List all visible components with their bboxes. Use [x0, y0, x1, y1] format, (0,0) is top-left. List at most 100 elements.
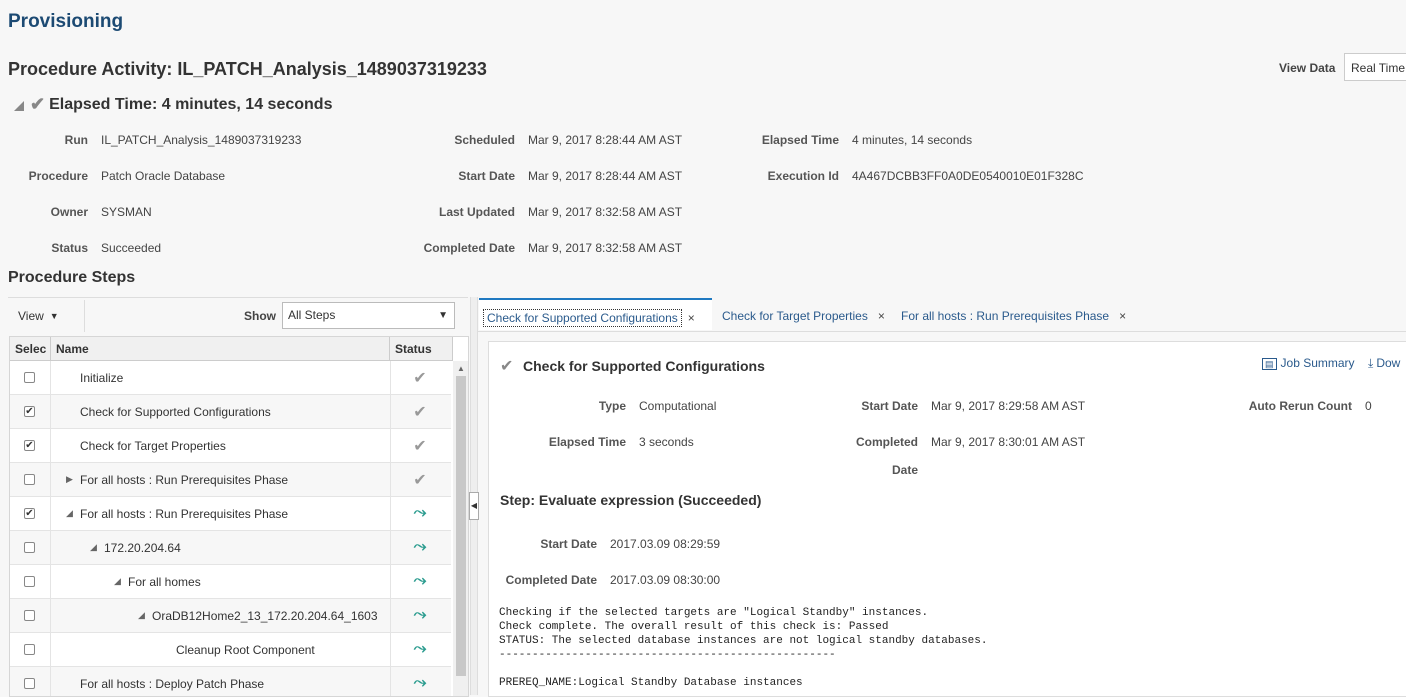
table-row[interactable]: Initialize ✔	[10, 361, 451, 395]
owner-value: SYSMAN	[101, 205, 152, 219]
step-start-label: Start Date	[540, 537, 597, 551]
download-link[interactable]: ⤓ Dow	[1368, 356, 1400, 371]
row-checkbox[interactable]: ✔	[24, 440, 35, 451]
scheduled-label: Scheduled	[454, 133, 515, 147]
job-summary-label: Job Summary	[1280, 356, 1355, 370]
table-row[interactable]: ◢ OraDB12Home2_13_172.20.204.64_1603 ⤳	[10, 599, 451, 633]
detail-start-label: Start Date	[861, 399, 918, 413]
row-checkbox[interactable]	[24, 372, 35, 383]
step-output-log: Checking if the selected targets are "Lo…	[499, 607, 988, 689]
collapse-node-icon[interactable]: ◢	[114, 576, 121, 587]
scroll-up-icon[interactable]: ▲	[457, 364, 465, 373]
row-checkbox[interactable]	[24, 542, 35, 553]
status-success-icon: ✔	[413, 438, 427, 455]
row-checkbox[interactable]	[24, 474, 35, 485]
column-divider	[390, 361, 391, 696]
table-row[interactable]: Cleanup Root Component ⤳	[10, 633, 451, 667]
table-row[interactable]: ✔ Check for Target Properties ✔	[10, 429, 451, 463]
step-name[interactable]: Check for Target Properties	[80, 439, 226, 453]
start-date-label: Start Date	[458, 169, 515, 183]
detail-elapsed-value: 3 seconds	[639, 435, 694, 449]
row-checkbox[interactable]	[24, 678, 35, 689]
tab-label: Check for Target Properties	[722, 309, 868, 323]
status-success-icon: ✔	[413, 472, 427, 489]
step-name[interactable]: Initialize	[80, 371, 123, 385]
tab-supported-configurations[interactable]: Check for Supported Configurations ×	[479, 298, 712, 330]
scrollbar-thumb[interactable]	[456, 376, 466, 676]
owner-label: Owner	[50, 205, 88, 219]
elapsed-header-text: Elapsed Time: 4 minutes, 14 seconds	[49, 95, 333, 113]
elapsed-section-toggle[interactable]: ✔ Elapsed Time: 4 minutes, 14 seconds	[14, 94, 332, 115]
status-branch-icon: ⤳	[413, 504, 427, 521]
step-name[interactable]: Cleanup Root Component	[176, 643, 315, 657]
elapsed-time-value: 4 minutes, 14 seconds	[852, 133, 973, 147]
execution-id-value: 4A467DCBB3FF0A0DE0540010E01F328C	[852, 169, 1084, 183]
view-menu-button[interactable]: View ▼	[10, 303, 75, 329]
detail-completed-label-2: Date	[891, 463, 918, 477]
dropdown-arrow-icon: ▼	[438, 310, 448, 321]
show-select-value: All Steps	[288, 308, 336, 322]
app-title: Provisioning	[8, 11, 124, 32]
table-row[interactable]: ◢ For all homes ⤳	[10, 565, 451, 599]
row-checkbox[interactable]	[24, 644, 35, 655]
tab-label: Check for Supported Configurations	[483, 309, 682, 327]
step-name[interactable]: For all hosts : Run Prerequisites Phase	[80, 473, 288, 487]
row-checkbox[interactable]: ✔	[24, 406, 35, 417]
checkmark-icon: ✔	[500, 358, 514, 375]
row-checkbox[interactable]: ✔	[24, 508, 35, 519]
auto-rerun-value: 0	[1365, 399, 1372, 413]
collapse-node-icon[interactable]: ◢	[90, 542, 97, 553]
step-name[interactable]: For all hosts : Deploy Patch Phase	[80, 677, 264, 691]
table-row[interactable]: ◢ 172.20.204.64 ⤳	[10, 531, 451, 565]
scheduled-value: Mar 9, 2017 8:28:44 AM AST	[528, 133, 683, 147]
step-name[interactable]: 172.20.204.64	[104, 541, 181, 555]
type-value: Computational	[639, 399, 717, 413]
row-checkbox[interactable]	[24, 610, 35, 621]
close-tab-icon[interactable]: ×	[878, 309, 885, 323]
column-header-status[interactable]: Status	[390, 337, 453, 361]
expand-node-icon[interactable]: ▶	[66, 474, 73, 485]
table-row[interactable]: ✔ ◢ For all hosts : Run Prerequisites Phas…	[10, 497, 451, 531]
show-label: Show	[244, 309, 276, 323]
close-tab-icon[interactable]: ×	[1119, 309, 1126, 323]
view-data-select[interactable]: Real Time	[1344, 53, 1406, 81]
tab-run-prerequisites[interactable]: For all hosts : Run Prerequisites Phase ×	[897, 298, 1126, 330]
elapsed-time-label: Elapsed Time	[761, 133, 839, 147]
row-checkbox[interactable]	[24, 576, 35, 587]
detail-title: Check for Supported Configurations	[523, 358, 765, 374]
download-label: Dow	[1376, 356, 1401, 370]
step-name[interactable]: Check for Supported Configurations	[80, 405, 271, 419]
completed-date-value: Mar 9, 2017 8:32:58 AM AST	[528, 241, 683, 255]
step-name[interactable]: For all homes	[128, 575, 201, 589]
last-updated-value: Mar 9, 2017 8:32:58 AM AST	[528, 205, 683, 219]
step-name[interactable]: OraDB12Home2_13_172.20.204.64_1603	[152, 609, 378, 623]
collapse-node-icon[interactable]: ◢	[138, 610, 145, 621]
view-menu-label: View	[18, 309, 44, 323]
detail-start-value: Mar 9, 2017 8:29:58 AM AST	[931, 399, 1086, 413]
run-value: IL_PATCH_Analysis_1489037319233	[101, 133, 302, 147]
close-tab-icon[interactable]: ×	[688, 311, 695, 325]
tab-label: For all hosts : Run Prerequisites Phase	[901, 309, 1110, 323]
column-header-select[interactable]: Selec	[10, 337, 51, 361]
view-data-label: View Data	[1279, 61, 1336, 75]
detail-completed-label: Completed	[855, 435, 918, 449]
checkmark-icon: ✔	[30, 94, 46, 114]
tab-target-properties[interactable]: Check for Target Properties ×	[718, 298, 885, 330]
show-steps-select[interactable]: All Steps ▼	[282, 302, 455, 329]
vertical-scrollbar[interactable]: ▲	[453, 361, 468, 696]
collapse-node-icon[interactable]: ◢	[66, 508, 73, 519]
last-updated-label: Last Updated	[438, 205, 515, 219]
download-icon: ⤓	[1368, 356, 1374, 370]
status-value: Succeeded	[101, 241, 162, 255]
status-success-icon: ✔	[413, 404, 427, 421]
column-header-name[interactable]: Name	[51, 337, 390, 361]
step-name[interactable]: For all hosts : Run Prerequisites Phase	[80, 507, 288, 521]
job-summary-link[interactable]: ▤ Job Summary	[1262, 356, 1355, 370]
caret-down-icon: ▼	[49, 311, 59, 321]
collapse-panel-icon[interactable]: ◀	[469, 492, 479, 520]
table-row[interactable]: ✔ Check for Supported Configurations ✔	[10, 395, 451, 429]
run-label: Run	[64, 133, 88, 147]
table-row[interactable]: ▶ For all hosts : Run Prerequisites Phase…	[10, 463, 451, 497]
table-row[interactable]: For all hosts : Deploy Patch Phase ⤳	[10, 667, 451, 696]
detail-elapsed-label: Elapsed Time	[548, 435, 626, 449]
